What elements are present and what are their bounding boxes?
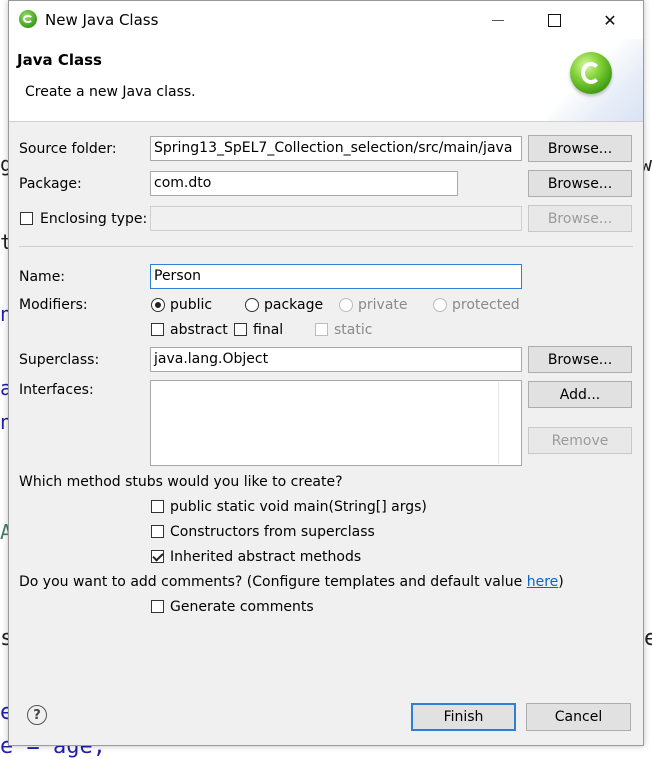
stub-inherited-checkbox[interactable] bbox=[151, 550, 164, 563]
enclosing-type-checkbox[interactable] bbox=[20, 212, 33, 225]
package-browse-button[interactable]: Browse... bbox=[528, 170, 632, 197]
generate-comments-label: Generate comments bbox=[170, 599, 314, 615]
enclosing-type-label: Enclosing type: bbox=[40, 211, 148, 227]
maximize-button[interactable] bbox=[531, 1, 577, 39]
stub-constructors-checkbox[interactable] bbox=[151, 525, 164, 538]
new-java-class-dialog: New Java Class ✕ Java Class Create a new… bbox=[8, 0, 644, 746]
package-label: Package: bbox=[19, 176, 82, 192]
modifier-public-label: public bbox=[170, 297, 213, 313]
superclass-browse-button[interactable]: Browse... bbox=[528, 346, 632, 373]
source-folder-label: Source folder: bbox=[19, 141, 117, 157]
minimize-icon bbox=[492, 19, 504, 21]
name-label: Name: bbox=[19, 269, 66, 285]
window-title: New Java Class bbox=[45, 11, 159, 29]
modifier-public-radio[interactable] bbox=[151, 298, 165, 312]
superclass-input[interactable]: java.lang.Object bbox=[150, 347, 522, 372]
interfaces-add-button[interactable]: Add... bbox=[528, 381, 632, 408]
configure-templates-link[interactable]: here bbox=[527, 574, 559, 590]
modifier-final-label: final bbox=[253, 322, 284, 338]
close-icon: ✕ bbox=[603, 10, 617, 30]
comments-question-close: ) bbox=[558, 574, 564, 590]
help-icon[interactable]: ? bbox=[27, 705, 47, 725]
modifier-abstract-label: abstract bbox=[170, 322, 228, 338]
minimize-button[interactable] bbox=[475, 1, 521, 39]
modifier-protected-label: protected bbox=[452, 297, 520, 313]
interfaces-label: Interfaces: bbox=[19, 382, 94, 398]
modifier-final-checkbox[interactable] bbox=[234, 323, 247, 336]
maximize-icon bbox=[547, 13, 561, 27]
modifier-private-radio[interactable] bbox=[339, 298, 353, 312]
modifiers-label: Modifiers: bbox=[19, 297, 88, 313]
cancel-button[interactable]: Cancel bbox=[526, 703, 631, 731]
stub-main-label: public static void main(String[] args) bbox=[170, 499, 427, 515]
modifier-static-checkbox[interactable] bbox=[315, 323, 328, 336]
eclipse-spring-icon bbox=[19, 10, 37, 28]
package-input[interactable]: com.dto bbox=[150, 171, 458, 196]
modifier-static-label: static bbox=[334, 322, 373, 338]
stub-constructors-label: Constructors from superclass bbox=[170, 524, 375, 540]
title-bar: New Java Class ✕ bbox=[9, 1, 643, 39]
generate-comments-checkbox[interactable] bbox=[151, 600, 164, 613]
comments-question: Do you want to add comments? (Configure … bbox=[19, 574, 564, 590]
separator bbox=[19, 246, 633, 247]
source-folder-input[interactable]: Spring13_SpEL7_Collection_selection/src/… bbox=[150, 136, 522, 161]
wizard-header: Java Class Create a new Java class. bbox=[9, 39, 643, 122]
interfaces-list[interactable] bbox=[150, 380, 522, 466]
modifier-protected-radio[interactable] bbox=[433, 298, 447, 312]
name-input[interactable]: Person bbox=[150, 264, 522, 289]
finish-button[interactable]: Finish bbox=[411, 703, 516, 731]
enclosing-type-input[interactable] bbox=[150, 206, 522, 231]
page-description: Create a new Java class. bbox=[25, 84, 196, 100]
modifier-package-label: package bbox=[264, 297, 324, 313]
modifier-private-label: private bbox=[358, 297, 408, 313]
interfaces-remove-button[interactable]: Remove bbox=[528, 427, 632, 454]
modifier-package-radio[interactable] bbox=[245, 298, 259, 312]
stub-inherited-label: Inherited abstract methods bbox=[170, 549, 362, 565]
interfaces-list-scroll-track bbox=[498, 382, 499, 464]
method-stubs-question: Which method stubs would you like to cre… bbox=[19, 474, 343, 490]
source-folder-browse-button[interactable]: Browse... bbox=[528, 135, 632, 162]
background-code-fragment: e bbox=[644, 626, 652, 651]
modifier-abstract-checkbox[interactable] bbox=[151, 323, 164, 336]
comments-question-text: Do you want to add comments? (Configure … bbox=[19, 574, 527, 590]
stub-main-checkbox[interactable] bbox=[151, 500, 164, 513]
enclosing-type-browse-button[interactable]: Browse... bbox=[528, 205, 632, 232]
java-class-icon bbox=[570, 52, 612, 94]
page-title: Java Class bbox=[17, 51, 102, 69]
close-button[interactable]: ✕ bbox=[587, 1, 633, 39]
superclass-label: Superclass: bbox=[19, 352, 100, 368]
